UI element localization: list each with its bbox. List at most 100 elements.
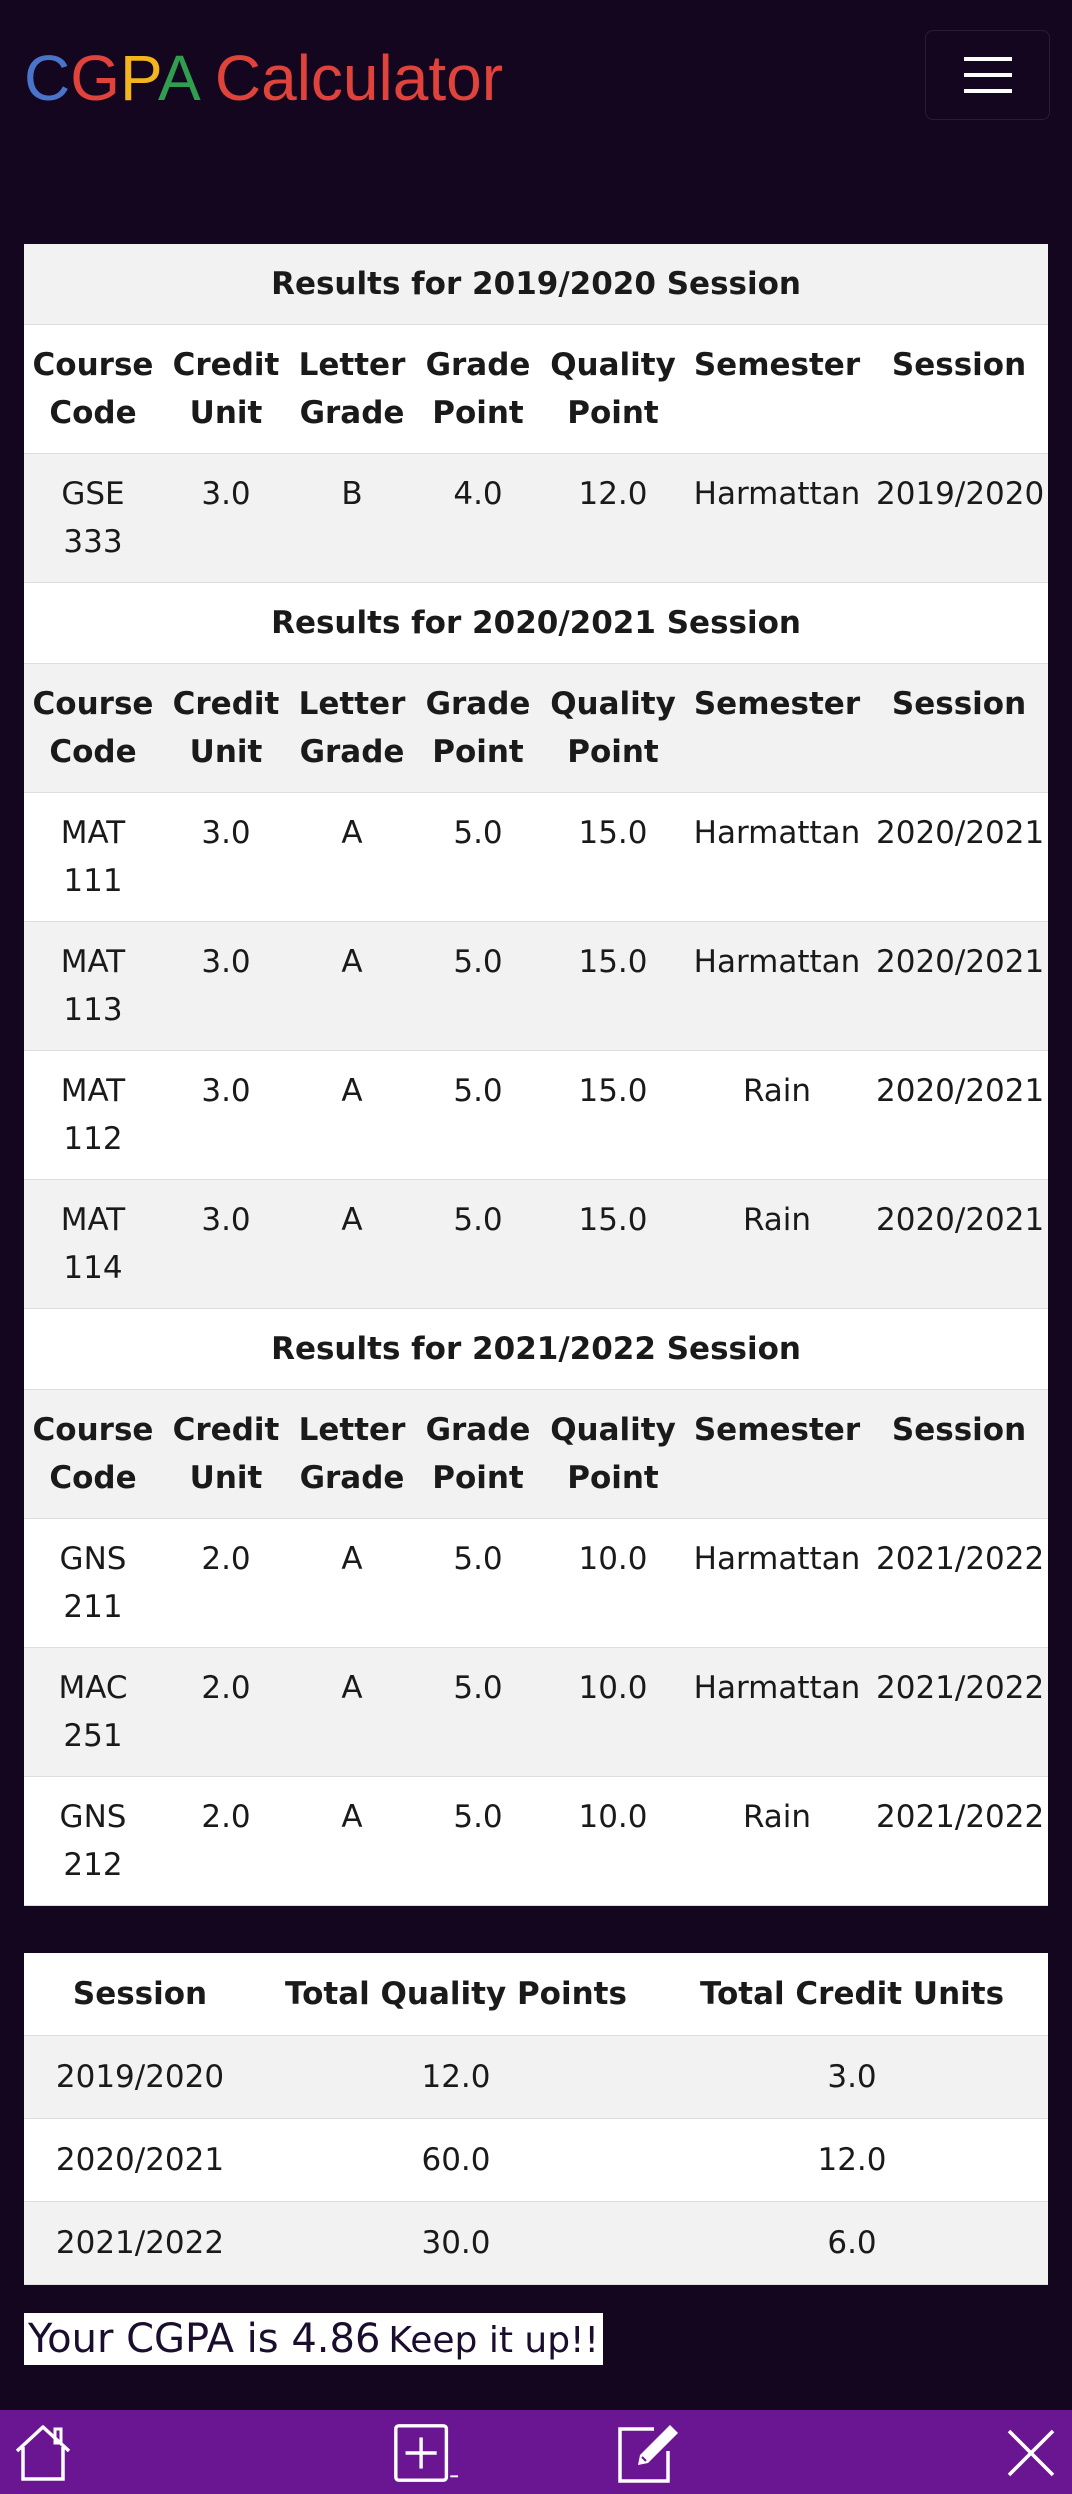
summary-cell: 12.0	[421, 2059, 491, 2095]
table-cell: 2019/2020	[876, 476, 1045, 512]
column-header: Session	[891, 686, 1027, 722]
logo-letter: P	[120, 42, 158, 114]
app-logo[interactable]: CGPA Calculator	[24, 38, 503, 118]
table-cell: Harmattan	[693, 1541, 861, 1577]
table-cell: 2021/2022	[876, 1670, 1045, 1706]
summary-row: 2021/2022 30.0 6.0	[24, 2201, 1048, 2285]
column-header: Semester	[693, 1412, 861, 1448]
session-title: Results for 2019/2020 Session	[271, 266, 801, 302]
table-cell: 5.0	[453, 815, 503, 851]
summary-column-header: Total Quality Points	[285, 1976, 627, 2012]
summary-cell: 6.0	[827, 2225, 877, 2261]
summary-column-header: Total Credit Units	[699, 1976, 1005, 2012]
results-table-container: Results for 2019/2020 Session Course Code…	[24, 244, 1049, 1906]
logo-letter: Calculator	[214, 42, 503, 114]
table-cell: A	[341, 1202, 363, 1238]
table-cell: 2.0	[201, 1541, 251, 1577]
table-cell: 10.0	[578, 1541, 648, 1577]
table-cell: 2021/2022	[876, 1799, 1045, 1835]
table-cell: 3.0	[201, 815, 251, 851]
column-header: Credit Unit	[172, 686, 280, 770]
column-header: Course Code	[32, 347, 154, 431]
summary-header-row: Session Total Quality Points Total Credit …	[24, 1953, 1048, 2036]
summary-cell: 12.0	[817, 2142, 887, 2178]
menu-button[interactable]	[925, 30, 1050, 120]
table-cell: 15.0	[578, 944, 648, 980]
table-cell: Harmattan	[693, 476, 861, 512]
table-cell: MAT 114	[60, 1202, 126, 1286]
table-cell: 5.0	[453, 944, 503, 980]
edit-icon	[618, 2425, 678, 2483]
column-header: Credit Unit	[172, 1412, 280, 1496]
table-cell: MAT 113	[60, 944, 126, 1028]
summary-column-header: Session	[72, 1976, 208, 2012]
table-cell: Rain	[742, 1799, 812, 1835]
summary-cell: 2021/2022	[55, 2225, 225, 2261]
table-cell: 5.0	[453, 1202, 503, 1238]
results-table: Results for 2019/2020 Session Course Code…	[24, 244, 1049, 1906]
cgpa-result: Your CGPA is 4.86 Keep it up!!	[24, 2313, 603, 2365]
add-course-button[interactable]	[390, 2418, 460, 2488]
table-cell: GSE 333	[61, 476, 125, 560]
table-cell: 2.0	[201, 1670, 251, 1706]
column-header: Credit Unit	[172, 347, 280, 431]
column-header: Semester	[693, 686, 861, 722]
add-icon	[394, 2424, 459, 2482]
table-cell: A	[341, 1541, 363, 1577]
table-cell: 3.0	[201, 944, 251, 980]
table-cell: 3.0	[201, 1073, 251, 1109]
table-cell: Harmattan	[693, 1670, 861, 1706]
table-cell: 15.0	[578, 1202, 648, 1238]
app-header: CGPA Calculator	[0, 0, 1072, 150]
table-cell: 15.0	[578, 815, 648, 851]
header-row: Course Code Credit Unit Letter Grade Grade …	[24, 1389, 1049, 1519]
table-cell: 2020/2021	[876, 815, 1045, 851]
table-cell: 3.0	[201, 1202, 251, 1238]
column-header: Grade Point	[425, 1412, 531, 1496]
session-title: Results for 2020/2021 Session	[271, 605, 801, 641]
table-cell: A	[341, 1799, 363, 1835]
table-cell: GNS 211	[59, 1541, 127, 1625]
table-cell: 5.0	[453, 1670, 503, 1706]
close-button[interactable]	[996, 2418, 1066, 2488]
column-header: Semester	[693, 347, 861, 383]
cgpa-label: Your CGPA is 4.86	[28, 2316, 381, 2362]
logo-letter	[197, 42, 215, 114]
summary-cell: 2019/2020	[55, 2059, 225, 2095]
home-button[interactable]	[8, 2418, 78, 2488]
table-row: GSE 333 3.0 B 4.0 12.0 Harmattan 2019/2020	[24, 453, 1049, 583]
header-row: Course Code Credit Unit Letter Grade Grade …	[24, 324, 1049, 454]
edit-button[interactable]	[612, 2418, 682, 2488]
table-cell: MAT 112	[60, 1073, 126, 1157]
column-header: Course Code	[32, 1412, 154, 1496]
logo-letter: A	[157, 42, 198, 114]
column-header: Session	[891, 347, 1027, 383]
table-row: MAT 114 3.0 A 5.0 15.0 Rain 2020/2021	[24, 1179, 1049, 1309]
logo-letter: G	[70, 42, 120, 114]
table-cell: A	[341, 1073, 363, 1109]
header-row: Course Code Credit Unit Letter Grade Grade …	[24, 663, 1049, 793]
table-cell: MAC 251	[58, 1670, 128, 1754]
table-cell: GNS 212	[59, 1799, 127, 1883]
table-cell: 5.0	[453, 1073, 503, 1109]
summary-cell: 30.0	[421, 2225, 491, 2261]
table-cell: 5.0	[453, 1799, 503, 1835]
bottom-toolbar	[0, 2410, 1072, 2494]
close-icon	[1007, 2429, 1055, 2477]
summary-row: 2020/2021 60.0 12.0	[24, 2118, 1048, 2202]
session-title-row: Results for 2019/2020 Session	[24, 244, 1049, 325]
table-row: MAT 111 3.0 A 5.0 15.0 Harmattan 2020/2021	[24, 792, 1049, 922]
summary-table-container: Session Total Quality Points Total Credit …	[24, 1953, 1048, 2285]
column-header: Quality Point	[550, 347, 676, 431]
summary-table: Session Total Quality Points Total Credit …	[24, 1953, 1048, 2285]
session-title: Results for 2021/2022 Session	[271, 1331, 801, 1367]
table-row: GNS 212 2.0 A 5.0 10.0 Rain 2021/2022	[24, 1777, 1049, 1906]
table-row: MAT 113 3.0 A 5.0 15.0 Harmattan 2020/2021	[24, 921, 1049, 1051]
column-header: Letter Grade	[298, 347, 406, 431]
column-header: Course Code	[32, 686, 154, 770]
column-header: Letter Grade	[298, 1412, 406, 1496]
column-header: Grade Point	[425, 686, 531, 770]
cgpa-message: Keep it up!!	[388, 2320, 599, 2361]
table-cell: 15.0	[578, 1073, 648, 1109]
session-title-row: Results for 2020/2021 Session	[24, 582, 1049, 664]
